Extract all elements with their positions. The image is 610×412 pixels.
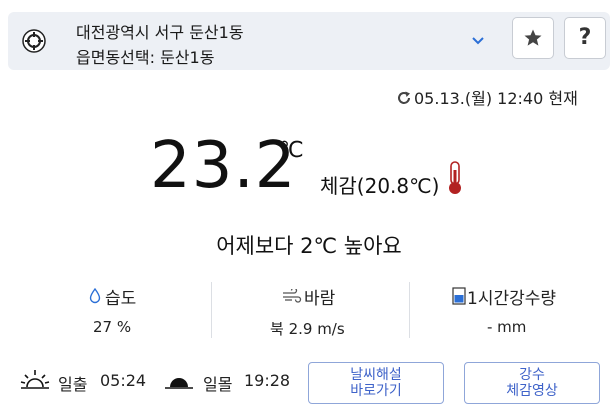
temperature-unit: ℃ xyxy=(279,138,304,163)
compare-yesterday: 어제보다 2℃ 높아요 xyxy=(216,234,402,258)
wind-value: 북 2.9 m/s xyxy=(270,320,345,338)
location-bar: 대전광역시 서구 둔산1동 읍면동선택: 둔산1동 ? xyxy=(8,12,610,70)
button-label-line: 날씨해설 xyxy=(350,367,402,383)
droplet-icon xyxy=(89,288,101,304)
sunrise-label: 일출 xyxy=(58,375,88,394)
thermometer-icon xyxy=(449,161,461,194)
sunset-icon xyxy=(165,378,193,389)
location-name: 대전광역시 서구 둔산1동 xyxy=(76,23,244,42)
wind-label: 바람 xyxy=(304,289,336,309)
stat-divider xyxy=(409,282,410,338)
sunset-label: 일몰 xyxy=(203,375,233,394)
stat-divider xyxy=(211,282,212,338)
button-label-line: 체감영상 xyxy=(506,383,558,399)
humidity-label: 습도 xyxy=(105,289,137,309)
sunrise-time: 05:24 xyxy=(100,371,147,390)
sunrise-icon xyxy=(20,370,50,389)
chevron-down-icon[interactable] xyxy=(470,33,486,49)
rain-value: - mm xyxy=(487,318,527,336)
rain-feel-video-button[interactable]: 강수 체감영상 xyxy=(464,362,600,404)
sunset-time: 19:28 xyxy=(244,371,291,390)
humidity-value: 27 % xyxy=(93,318,132,336)
feels-like-temperature: 체감(20.8℃) xyxy=(320,174,440,198)
location-target-icon[interactable] xyxy=(22,29,46,53)
help-button[interactable]: ? xyxy=(564,17,606,59)
current-temperature: 23.2 xyxy=(150,129,297,203)
help-icon: ? xyxy=(578,25,592,50)
weather-explanation-button[interactable]: 날씨해설 바로가기 xyxy=(308,362,444,404)
star-icon xyxy=(524,29,542,46)
button-label-line: 강수 xyxy=(519,367,545,383)
rain-label: 1시간강수량 xyxy=(467,289,557,309)
favorite-button[interactable] xyxy=(512,17,554,59)
button-label-line: 바로가기 xyxy=(350,383,402,399)
location-select-text[interactable]: 읍면동선택: 둔산1동 xyxy=(76,44,214,68)
refresh-icon[interactable] xyxy=(396,90,412,106)
update-timestamp: 05.13.(월) 12:40 현재 xyxy=(414,89,578,108)
rain-gauge-icon xyxy=(452,287,466,305)
wind-icon xyxy=(283,289,302,303)
